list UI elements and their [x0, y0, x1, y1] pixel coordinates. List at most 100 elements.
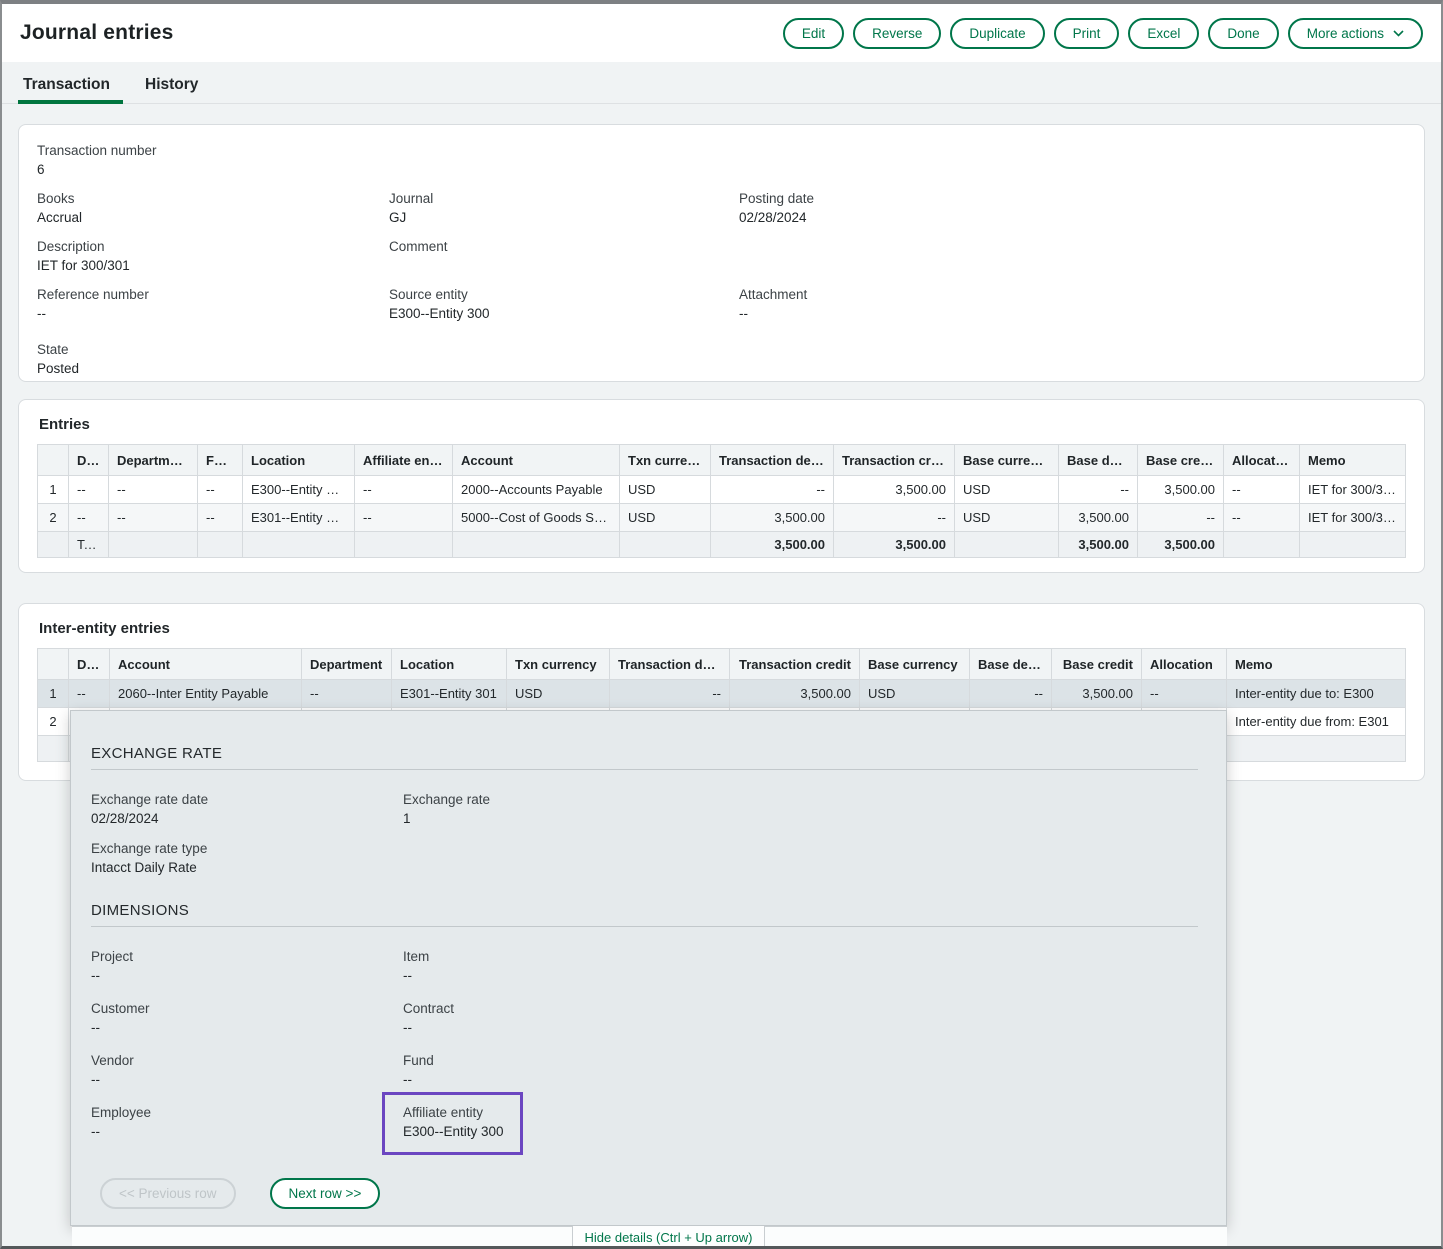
- toolbar: Edit Reverse Duplicate Print Excel Done …: [783, 18, 1423, 49]
- cell: --: [109, 504, 198, 532]
- cell: E301--Entity 301: [243, 504, 355, 532]
- field-exchange-rate-type: Exchange rate type Intacct Daily Rate: [91, 839, 403, 878]
- hide-details-tab[interactable]: Hide details (Ctrl + Up arrow): [572, 1226, 765, 1249]
- field-description: Description IET for 300/301: [37, 237, 389, 276]
- column-header: Doc: [69, 649, 110, 680]
- cell: --: [1142, 680, 1227, 708]
- cell: [1224, 532, 1300, 558]
- column-header: Transaction credit: [834, 445, 955, 476]
- done-button[interactable]: Done: [1208, 18, 1278, 49]
- cell: 3,500.00: [1052, 680, 1142, 708]
- column-header: Account: [453, 445, 620, 476]
- cell: 2: [38, 504, 69, 532]
- entries-header-row: Doc Department Fund Location Affiliate e…: [38, 445, 1406, 476]
- cell: E300--Entity 300: [243, 476, 355, 504]
- column-header: Doc: [69, 445, 109, 476]
- field-exchange-rate: Exchange rate 1: [403, 790, 1198, 829]
- inter-entity-header-row: Doc Account Department Location Txn curr…: [38, 649, 1406, 680]
- affiliate-entity-highlight: Affiliate entity E300--Entity 300: [382, 1092, 523, 1155]
- edit-button[interactable]: Edit: [783, 18, 844, 49]
- column-header: Account: [110, 649, 302, 680]
- more-actions-label: More actions: [1307, 26, 1384, 41]
- field-employee: Employee --: [91, 1103, 403, 1142]
- cell: --: [1224, 504, 1300, 532]
- cell: --: [834, 504, 955, 532]
- column-header: Base debit: [1059, 445, 1138, 476]
- entries-card: Entries Doc Department Fund Location Aff…: [18, 399, 1425, 573]
- column-header: Base currency: [955, 445, 1059, 476]
- cell: USD: [620, 504, 711, 532]
- cell: --: [69, 680, 110, 708]
- cell: 3,500.00: [1059, 504, 1138, 532]
- cell: IET for 300/301: [1300, 476, 1406, 504]
- column-header: Fund: [198, 445, 243, 476]
- field-item: Item --: [403, 947, 1198, 986]
- cell: --: [198, 476, 243, 504]
- cell: --: [1224, 476, 1300, 504]
- reverse-button[interactable]: Reverse: [853, 18, 941, 49]
- field-fund: Fund --: [403, 1051, 1198, 1090]
- cell: --: [355, 504, 453, 532]
- cell: 3,500.00: [1059, 532, 1138, 558]
- cell: [453, 532, 620, 558]
- cell: E301--Entity 301: [392, 680, 507, 708]
- duplicate-button[interactable]: Duplicate: [950, 18, 1044, 49]
- cell: [109, 532, 198, 558]
- column-header: Transaction credit: [730, 649, 860, 680]
- tab-transaction[interactable]: Transaction: [20, 66, 113, 103]
- entries-total-row: Total 3,500.00 3,500.00 3,500.00 3,500.0…: [38, 532, 1406, 558]
- cell: [955, 532, 1059, 558]
- cell: 2060--Inter Entity Payable: [110, 680, 302, 708]
- entries-table: Doc Department Fund Location Affiliate e…: [37, 444, 1406, 558]
- field-books: Books Accrual: [37, 189, 389, 228]
- cell: IET for 300/301: [1300, 504, 1406, 532]
- cell: Inter-entity due from: E301: [1227, 708, 1406, 736]
- cell: 3,500.00: [730, 680, 860, 708]
- column-header: Base debit: [970, 649, 1052, 680]
- cell: USD: [955, 476, 1059, 504]
- print-button[interactable]: Print: [1054, 18, 1120, 49]
- cell: USD: [955, 504, 1059, 532]
- field-customer: Customer --: [91, 999, 403, 1038]
- field-state: State Posted: [37, 340, 389, 379]
- tab-history[interactable]: History: [142, 66, 201, 103]
- cell: 2000--Accounts Payable: [453, 476, 620, 504]
- field-vendor: Vendor --: [91, 1051, 403, 1090]
- cell: --: [69, 476, 109, 504]
- divider: [91, 769, 1198, 770]
- previous-row-button[interactable]: << Previous row: [100, 1178, 236, 1209]
- next-row-button[interactable]: Next row >>: [270, 1178, 381, 1209]
- chevron-down-icon: [1393, 30, 1404, 37]
- column-header: Department: [109, 445, 198, 476]
- excel-button[interactable]: Excel: [1128, 18, 1199, 49]
- table-row[interactable]: 2 -- -- -- E301--Entity 301 -- 5000--Cos…: [38, 504, 1406, 532]
- column-header: [38, 649, 69, 680]
- table-row[interactable]: 1 -- -- -- E300--Entity 300 -- 2000--Acc…: [38, 476, 1406, 504]
- cell: [1300, 532, 1406, 558]
- main-content: Transaction number 6 Books Accrual Journ…: [2, 104, 1441, 781]
- field-exchange-rate-date: Exchange rate date 02/28/2024: [91, 790, 403, 829]
- cell: 3,500.00: [834, 476, 955, 504]
- cell: --: [1138, 504, 1224, 532]
- cell: 3,500.00: [834, 532, 955, 558]
- field-contract: Contract --: [403, 999, 1198, 1038]
- cell: Total: [69, 532, 109, 558]
- cell: --: [1059, 476, 1138, 504]
- field-project: Project --: [91, 947, 403, 986]
- exchange-rate-heading: EXCHANGE RATE: [91, 745, 1198, 762]
- table-row[interactable]: 1 -- 2060--Inter Entity Payable -- E301-…: [38, 680, 1406, 708]
- cell: --: [302, 680, 392, 708]
- field-comment: Comment: [389, 237, 739, 276]
- column-header: Location: [392, 649, 507, 680]
- cell: --: [69, 504, 109, 532]
- row-details-panel: EXCHANGE RATE Exchange rate date 02/28/2…: [70, 710, 1227, 1226]
- cell: 1: [38, 680, 69, 708]
- field-attachment: Attachment --: [739, 285, 1406, 324]
- column-header: Allocation: [1224, 445, 1300, 476]
- column-header: Txn currency: [507, 649, 610, 680]
- more-actions-button[interactable]: More actions: [1288, 18, 1423, 49]
- journal-entries-page: Journal entries Edit Reverse Duplicate P…: [0, 0, 1443, 1249]
- column-header: Base credit: [1052, 649, 1142, 680]
- tab-bar: Transaction History: [2, 62, 1441, 104]
- cell: --: [970, 680, 1052, 708]
